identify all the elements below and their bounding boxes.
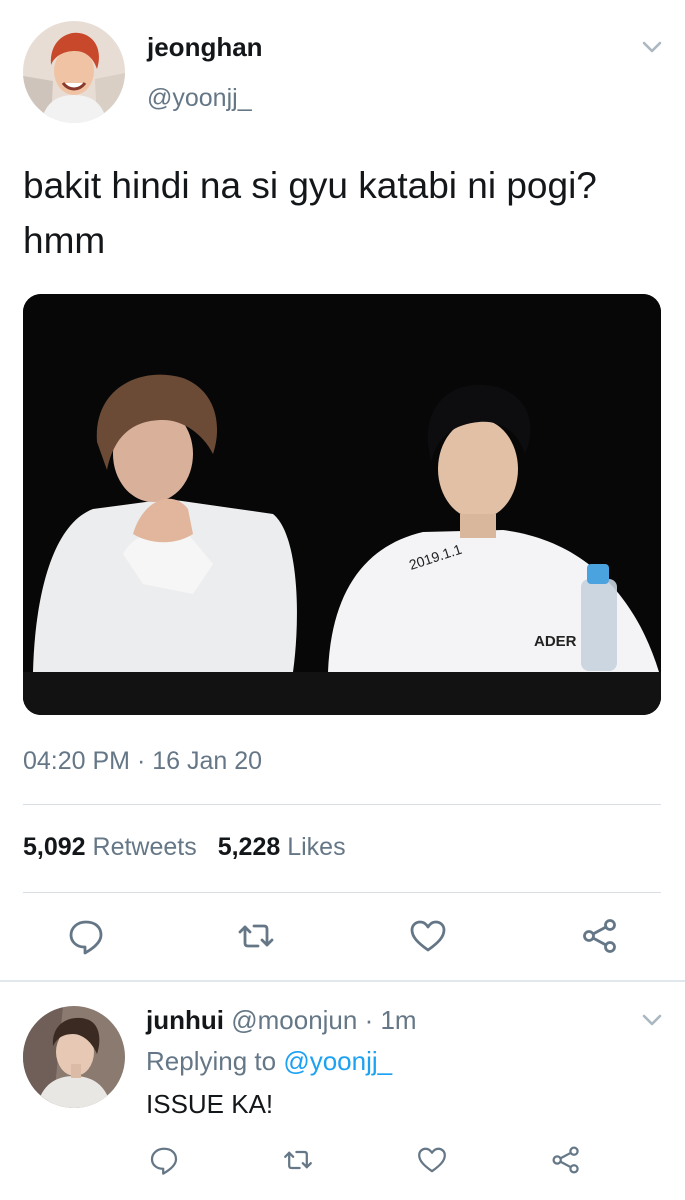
reply-time[interactable]: 1m — [380, 1005, 416, 1035]
chevron-down-icon[interactable] — [637, 32, 667, 62]
like-icon[interactable] — [408, 916, 448, 956]
author-handle[interactable]: @yoonjj_ — [147, 84, 252, 113]
reply-display-name[interactable]: junhui — [146, 1005, 224, 1035]
tweet-timestamp[interactable]: 04:20 PM · 16 Jan 20 — [23, 747, 262, 776]
retweets-stat[interactable]: 5,092 Retweets — [23, 833, 197, 861]
share-icon[interactable] — [550, 1144, 582, 1176]
shirt-logo-text: ADER — [534, 633, 577, 650]
retweet-icon[interactable] — [236, 916, 276, 956]
likes-stat[interactable]: 5,228 Likes — [218, 833, 346, 861]
divider — [23, 804, 661, 805]
tweet-stats: 5,092 Retweets 5,228 Likes — [23, 833, 346, 862]
share-icon[interactable] — [580, 916, 620, 956]
replying-to: Replying to @yoonjj_ — [146, 1046, 392, 1077]
like-icon[interactable] — [416, 1144, 448, 1176]
reply-text: ISSUE KA! — [146, 1089, 274, 1119]
replying-mention-link[interactable]: @yoonjj_ — [283, 1046, 392, 1076]
author-display-name[interactable]: jeonghan — [147, 32, 263, 63]
tweet-separator — [0, 980, 685, 982]
likes-count: 5,228 — [217, 833, 281, 861]
retweets-count: 5,092 — [23, 833, 86, 861]
likes-label: Likes — [287, 833, 346, 861]
tweet-text: bakit hindi na si gyu katabi ni pogi? hm… — [23, 165, 597, 261]
reply-separator: · — [357, 1005, 381, 1035]
author-avatar[interactable] — [23, 21, 125, 123]
reply-icon[interactable] — [66, 916, 106, 956]
chevron-down-icon[interactable] — [637, 1005, 667, 1035]
tweet-photo[interactable]: 2019.1.1 ADER — [23, 294, 661, 715]
reply-handle[interactable]: @moonjun — [231, 1005, 357, 1035]
reply-header: junhui @moonjun · 1m — [146, 1005, 417, 1036]
replying-prefix: Replying to — [146, 1046, 284, 1076]
retweet-icon[interactable] — [282, 1144, 314, 1176]
reply-icon[interactable] — [148, 1144, 180, 1176]
reply-author-avatar[interactable] — [23, 1006, 125, 1108]
divider — [23, 892, 661, 893]
retweets-label: Retweets — [92, 833, 197, 861]
